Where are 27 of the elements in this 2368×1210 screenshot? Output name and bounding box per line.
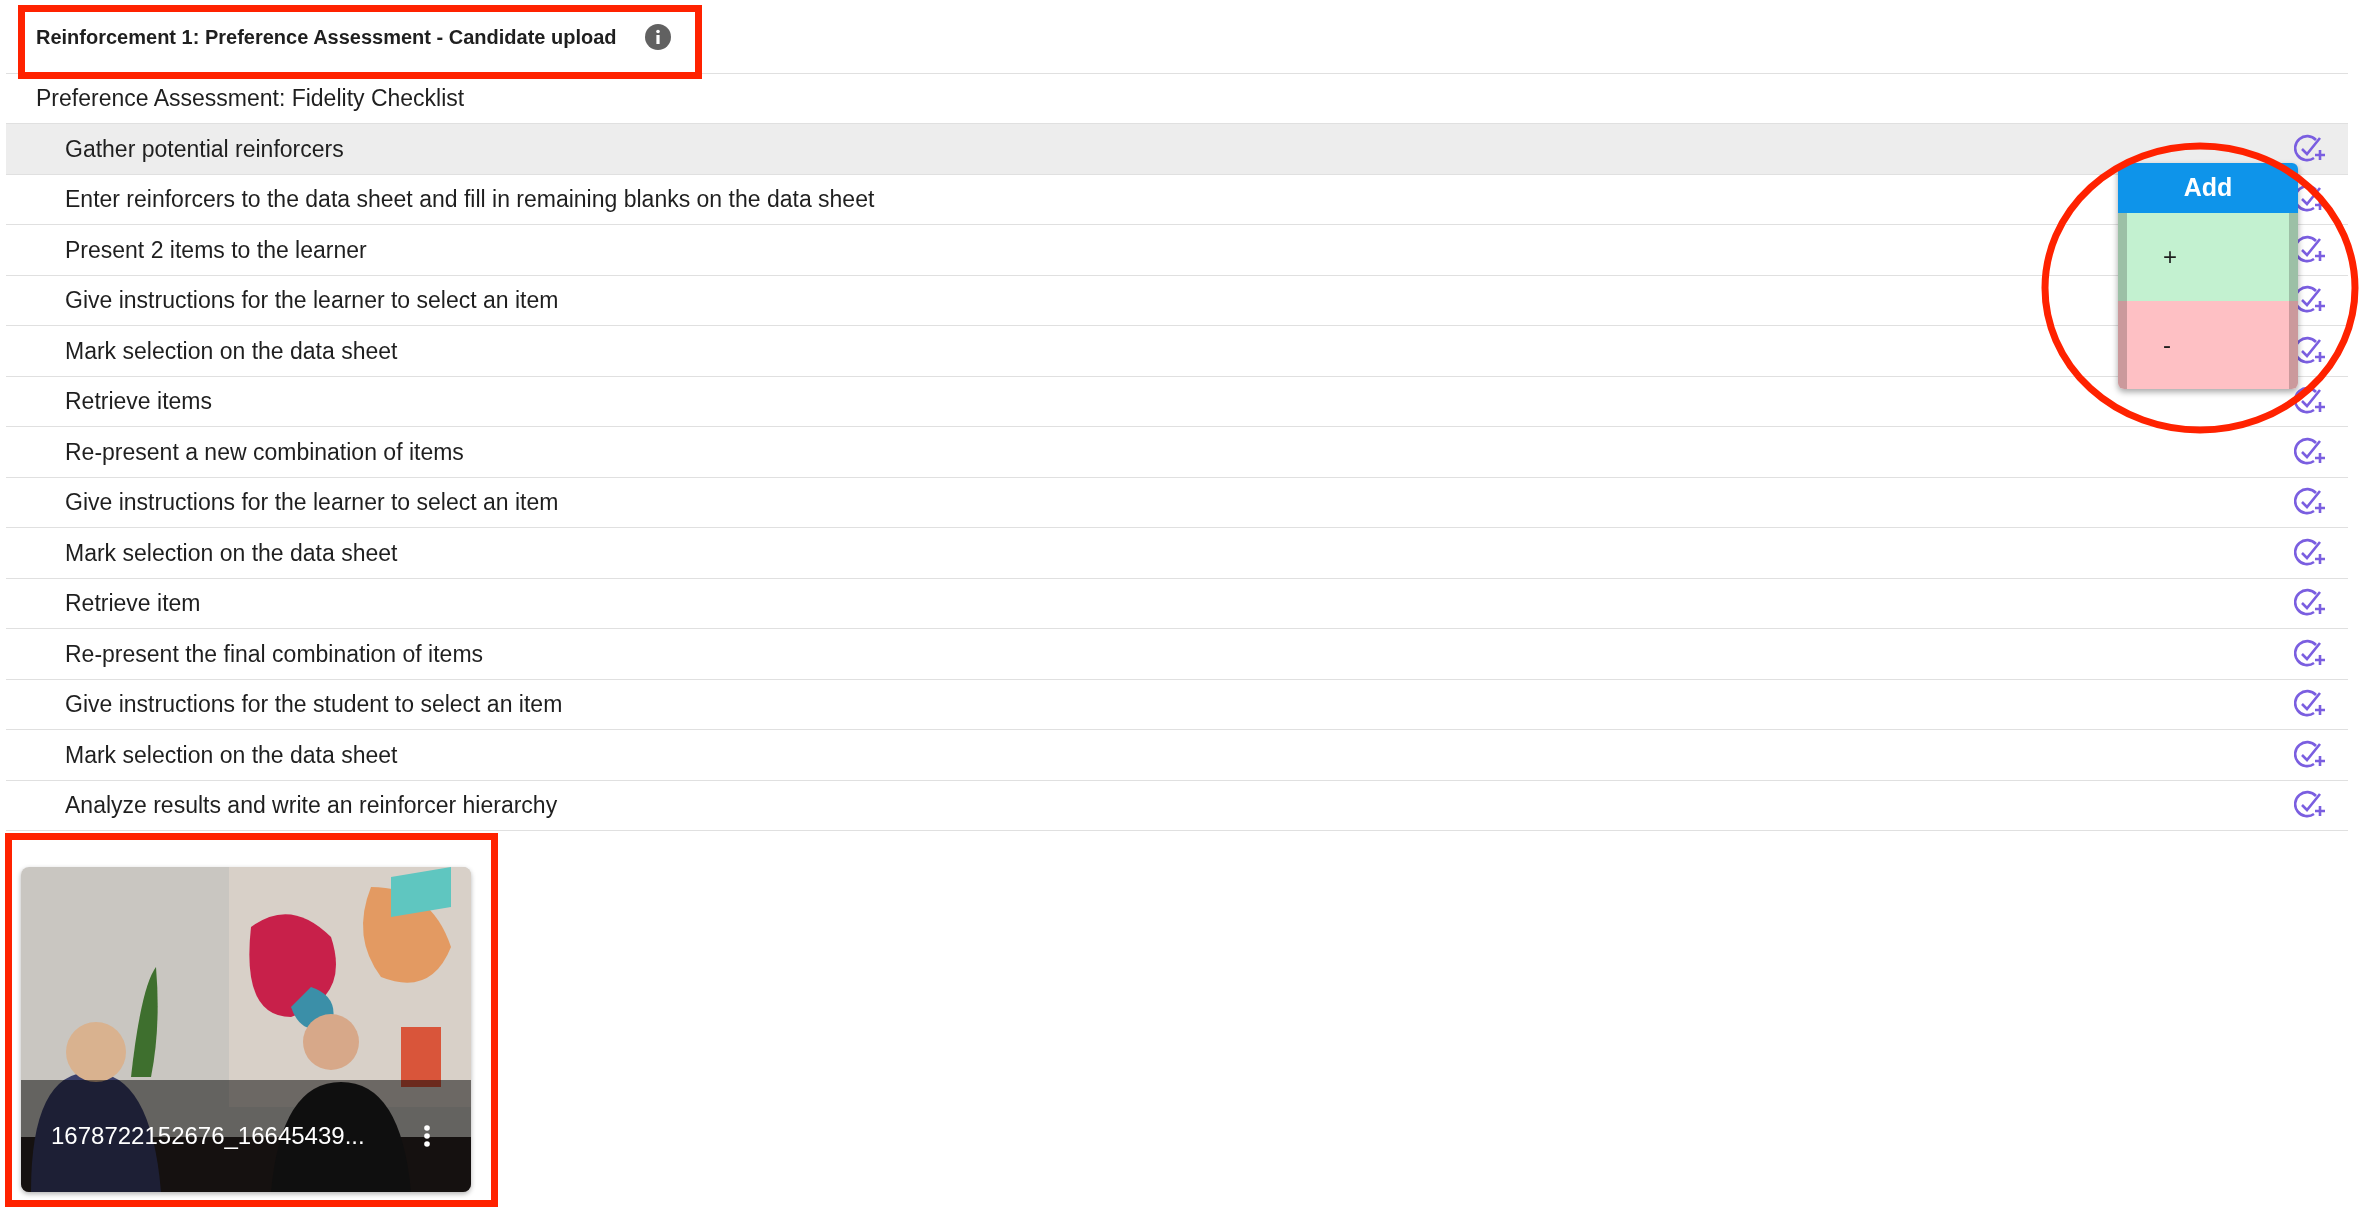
checklist-item: Retrieve items [65,387,212,416]
checklist-item: Give instructions for the learner to select an item [65,488,559,517]
checklist-item: Give instructions for the learner to select an item [65,286,559,315]
checklist-item: Re-present a new combination of items [65,437,464,467]
checklist-item: Retrieve item [65,589,201,618]
checklist-item: Mark selection on the data sheet [65,538,398,568]
checklist-item: Enter reinforcers to the data sheet and fill in remaining blanks on the data sheet [65,185,875,214]
menu-option[interactable]: + [2118,213,2298,301]
video-filename: 1678722152676_16645439... [51,1121,365,1151]
check-add-icon[interactable] [2294,739,2326,770]
check-add-icon[interactable] [2294,537,2326,568]
section-title: Reinforcement 1: Preference Assessment - Candidate upload [36,24,617,50]
menu-title: Add [2118,163,2298,213]
checklist-item: Analyze results and write an reinforcer hierarchy [65,791,558,820]
check-add-icon[interactable] [2294,436,2326,467]
checklist-item: Present 2 items to the learner [65,235,367,265]
checklist-item: Mark selection on the data sheet [65,740,398,770]
video-card[interactable]: 1678722152676_16645439... [21,867,471,1192]
more-options-icon[interactable] [423,1124,431,1148]
check-add-icon[interactable] [2294,638,2326,669]
check-add-icon[interactable] [2294,133,2326,164]
checklist-item: Re-present the final combination of items [65,639,484,669]
menu-option[interactable]: - [2118,301,2298,389]
checklist-item: Gather potential reinforcers [65,134,344,164]
checklist-item: Mark selection on the data sheet [65,336,398,366]
info-icon[interactable] [644,23,671,50]
checklist-item: Give instructions for the student to select an item [65,690,563,719]
